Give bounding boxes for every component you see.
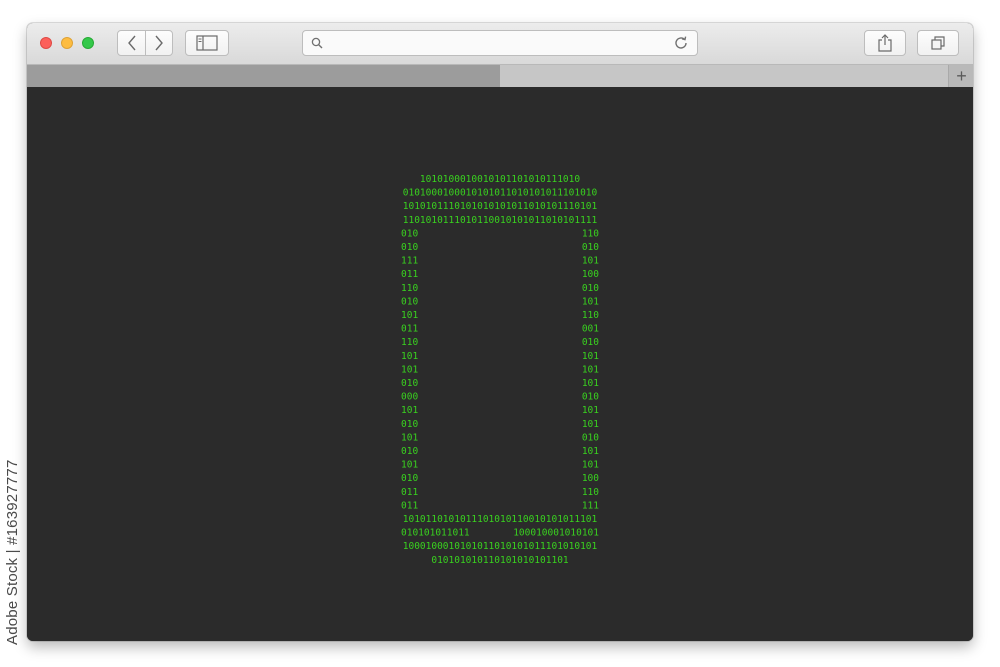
binary-row-left: 010101011011 bbox=[401, 528, 470, 539]
binary-row-left: 000 bbox=[401, 392, 418, 403]
binary-row-left: 010 bbox=[401, 446, 418, 457]
binary-row-right: 101 bbox=[582, 405, 599, 416]
binary-row: 1010110101011101010110010101011101 bbox=[403, 514, 598, 525]
binary-row-right: 100 bbox=[582, 473, 599, 484]
binary-row-left: 011 bbox=[401, 500, 418, 511]
binary-row-left: 101 bbox=[401, 310, 418, 321]
binary-row-left: 011 bbox=[401, 324, 418, 335]
binary-row-left: 101 bbox=[401, 351, 418, 362]
tab-active[interactable] bbox=[27, 65, 500, 87]
browser-toolbar bbox=[27, 23, 973, 65]
binary-row-right: 110 bbox=[582, 228, 599, 239]
binary-row-right: 001 bbox=[582, 324, 599, 335]
binary-row-left: 111 bbox=[401, 256, 418, 267]
binary-row-left: 101 bbox=[401, 432, 418, 443]
tab-overview-icon bbox=[931, 36, 945, 50]
zoom-window-button[interactable] bbox=[82, 37, 94, 49]
sidebar-toggle-button[interactable] bbox=[185, 30, 229, 56]
binary-row-right: 010 bbox=[582, 432, 599, 443]
binary-row: 010101010110101010101101 bbox=[431, 555, 569, 566]
binary-row-left: 010 bbox=[401, 419, 418, 430]
binary-row: 1101010111010110010101011010101111 bbox=[403, 215, 598, 226]
minimize-window-button[interactable] bbox=[61, 37, 73, 49]
binary-smartphone-graphic: 1010100010010101101010111010010100010001… bbox=[401, 174, 599, 566]
back-button[interactable] bbox=[117, 30, 146, 56]
binary-row: 0101000100010101011010101011101010 bbox=[403, 188, 598, 199]
binary-row-right: 010 bbox=[582, 337, 599, 348]
binary-row-left: 011 bbox=[401, 487, 418, 498]
binary-row-right: 101 bbox=[582, 351, 599, 362]
url-input[interactable] bbox=[329, 34, 663, 54]
tab-inactive[interactable] bbox=[500, 65, 948, 87]
binary-row-left: 011 bbox=[401, 269, 418, 280]
plus-icon: + bbox=[956, 66, 967, 86]
chevron-left-icon bbox=[127, 35, 136, 51]
share-icon bbox=[878, 34, 892, 52]
binary-row-right: 101 bbox=[582, 364, 599, 375]
binary-row-right: 110 bbox=[582, 487, 599, 498]
binary-row: 1000100010101011010101011101010101 bbox=[403, 541, 598, 552]
binary-row-right: 101 bbox=[582, 460, 599, 471]
magnifier-icon bbox=[311, 37, 323, 49]
address-bar[interactable] bbox=[302, 30, 698, 56]
new-tab-button[interactable]: + bbox=[948, 65, 973, 87]
binary-row-right: 100010001010101 bbox=[513, 528, 599, 539]
chevron-right-icon bbox=[155, 35, 163, 51]
sidebar-icon bbox=[196, 35, 218, 51]
binary-row-right: 101 bbox=[582, 256, 599, 267]
stock-id-watermark: Adobe Stock | #163927777 bbox=[4, 459, 21, 645]
navigation-buttons bbox=[117, 30, 173, 56]
binary-row-right: 101 bbox=[582, 296, 599, 307]
binary-row-left: 101 bbox=[401, 405, 418, 416]
binary-row-left: 010 bbox=[401, 296, 418, 307]
binary-row-left: 010 bbox=[401, 228, 418, 239]
close-window-button[interactable] bbox=[40, 37, 52, 49]
forward-button[interactable] bbox=[145, 30, 173, 56]
binary-row-right: 111 bbox=[582, 500, 599, 511]
reload-icon[interactable] bbox=[673, 35, 689, 51]
binary-row-right: 101 bbox=[582, 419, 599, 430]
tab-overview-button[interactable] bbox=[917, 30, 959, 56]
binary-row-right: 101 bbox=[582, 446, 599, 457]
binary-row-right: 010 bbox=[582, 283, 599, 294]
browser-window: + 1010100010010101101010111010 0101000100… bbox=[27, 23, 973, 641]
binary-row-right: 010 bbox=[582, 242, 599, 253]
binary-row-left: 110 bbox=[401, 283, 418, 294]
binary-row-left: 010 bbox=[401, 242, 418, 253]
tab-bar: + bbox=[27, 65, 973, 88]
binary-row-left: 110 bbox=[401, 337, 418, 348]
binary-row-right: 100 bbox=[582, 269, 599, 280]
binary-row-left: 101 bbox=[401, 364, 418, 375]
binary-row: 1010100010010101101010111010 bbox=[420, 174, 580, 185]
binary-row-right: 010 bbox=[582, 392, 599, 403]
binary-row-left: 101 bbox=[401, 460, 418, 471]
binary-row-left: 010 bbox=[401, 378, 418, 389]
binary-row-right: 101 bbox=[582, 378, 599, 389]
binary-row-right: 110 bbox=[582, 310, 599, 321]
page-content: 1010100010010101101010111010 010100010001… bbox=[27, 87, 973, 641]
binary-row: 1010101110101010101011010101110101 bbox=[403, 201, 598, 212]
share-button[interactable] bbox=[864, 30, 906, 56]
binary-row-left: 010 bbox=[401, 473, 418, 484]
